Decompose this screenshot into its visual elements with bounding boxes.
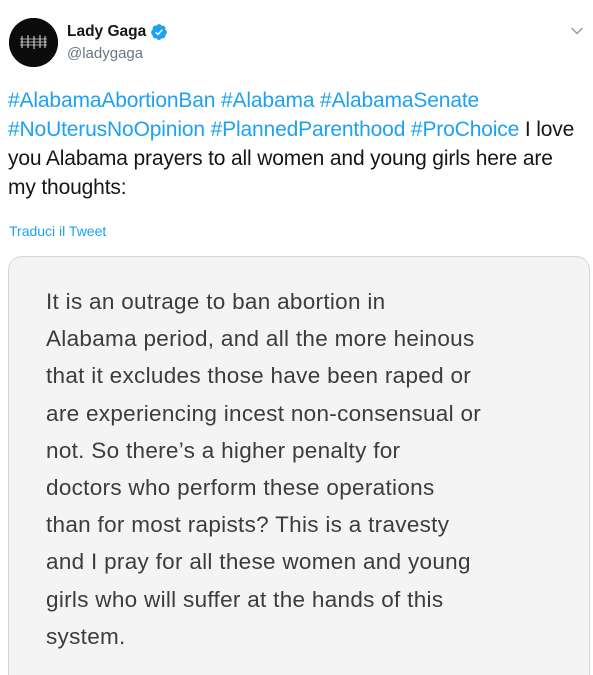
hashtag-link[interactable]: #ProChoice <box>411 118 519 141</box>
tweet-media-image[interactable]: It is an outrage to ban abortion in Alaba… <box>8 256 590 675</box>
translate-tweet-link[interactable]: Traduci il Tweet <box>9 223 106 239</box>
hashtag-link[interactable]: #PlannedParenthood <box>211 118 406 141</box>
note-line: than for most rapists? This is a travest… <box>46 512 450 538</box>
author-handle[interactable]: @ladygaga <box>67 45 143 62</box>
avatar[interactable] <box>9 18 58 67</box>
note-line: girls who will suffer at the hands of th… <box>46 586 444 612</box>
hashtag-link[interactable]: #AlabamaSenate <box>320 89 479 112</box>
note-line: not. So there’s a higher penalty for <box>46 437 401 463</box>
note-line: doctors who perform these operations <box>46 475 435 501</box>
note-line: and I pray for all these women and young <box>46 549 471 575</box>
note-line: that it excludes those have been raped o… <box>46 363 472 389</box>
tweet-text: #AlabamaAbortionBan #Alabama #AlabamaSen… <box>8 86 586 202</box>
note-line: Alabama period, and all the more heinous <box>46 326 475 352</box>
author-name-row[interactable]: Lady Gaga <box>67 22 168 42</box>
hashtag-link[interactable]: #AlabamaAbortionBan <box>8 89 215 112</box>
note-text: It is an outrage to ban abortion in Alaba… <box>46 283 586 655</box>
tweet-header: Lady Gaga @ladygaga <box>0 0 593 80</box>
note-line: It is an outrage to ban abortion in <box>46 289 386 314</box>
hashtag-link[interactable]: #Alabama <box>221 89 315 112</box>
chevron-down-icon[interactable] <box>570 24 584 38</box>
note-line: are experiencing incest non-consensual o… <box>46 400 482 426</box>
hashtag-link[interactable]: #NoUterusNoOpinion <box>8 118 205 141</box>
tweet-card: Lady Gaga @ladygaga #AlabamaAbortionBan … <box>0 0 593 675</box>
avatar-image <box>9 18 58 67</box>
author-display-name[interactable]: Lady Gaga <box>67 23 146 41</box>
note-line: system. <box>46 623 126 649</box>
verified-badge-icon <box>150 23 168 41</box>
